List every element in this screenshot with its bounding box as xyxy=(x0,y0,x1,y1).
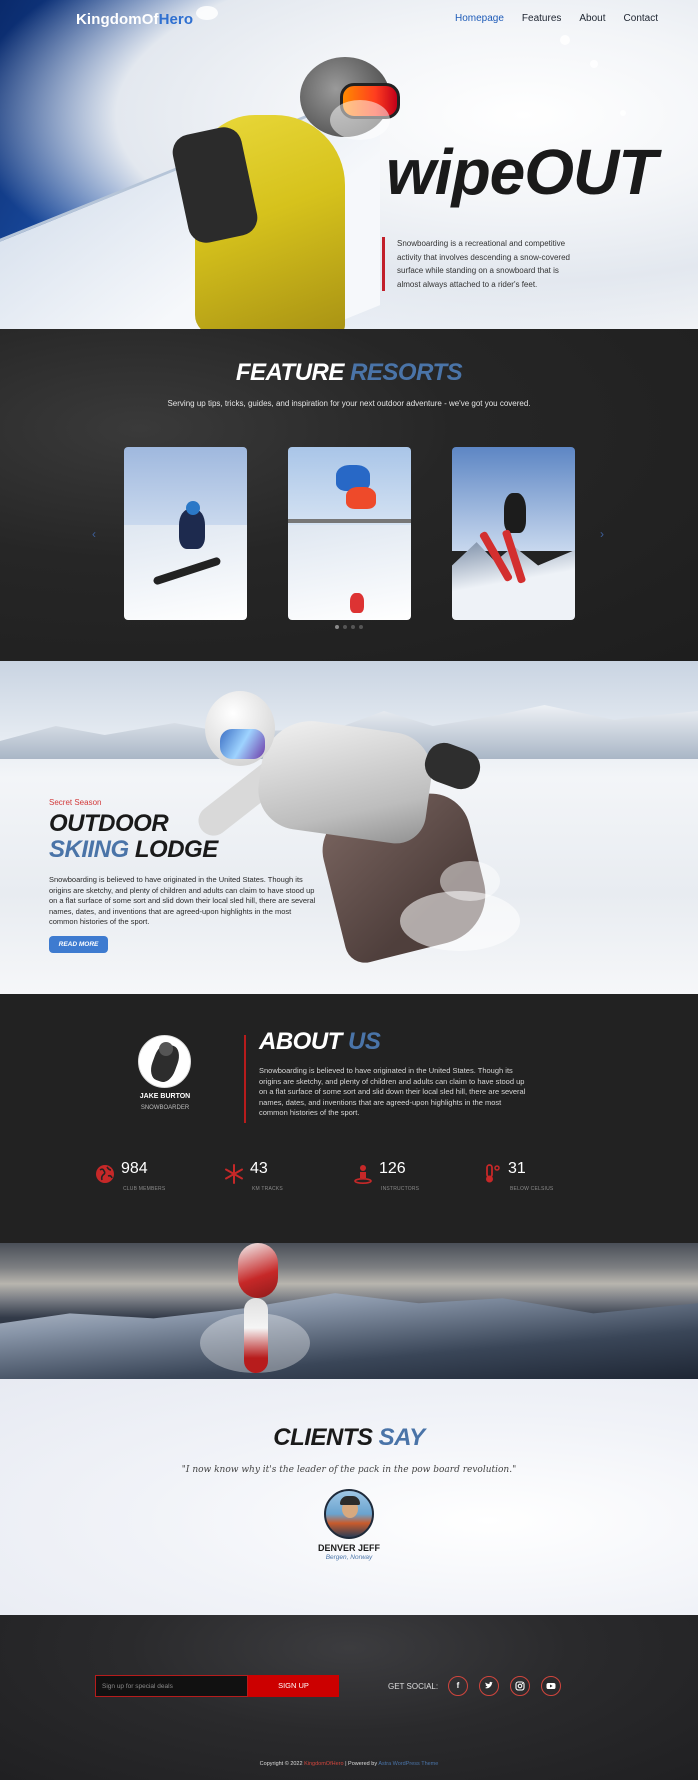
resort-card[interactable] xyxy=(124,447,247,620)
about-person-name: JAKE BURTON xyxy=(139,1093,191,1100)
stat-label: BELOW CELSIUS xyxy=(510,1186,554,1192)
stat-value: 984 xyxy=(121,1160,148,1177)
twitter-icon[interactable] xyxy=(479,1676,499,1696)
section-title-text: FEATURE xyxy=(235,359,345,386)
divider xyxy=(244,1035,246,1123)
site-logo[interactable]: KingdomOfHero xyxy=(76,11,193,28)
instagram-icon[interactable] xyxy=(510,1676,530,1696)
hero-snowboarder-image xyxy=(169,55,400,329)
section-title-accent: RESORTS xyxy=(350,359,463,386)
section-title: FEATURE RESORTS xyxy=(0,359,698,387)
lodge-title-line2: LODGE xyxy=(134,836,218,863)
lodge-kicker: Secret Season xyxy=(49,798,102,807)
banner-jumper-image xyxy=(228,1243,288,1379)
resort-card[interactable] xyxy=(288,447,411,620)
stat-km-tracks: 43 KM TRACKS xyxy=(224,1160,324,1194)
youtube-icon[interactable] xyxy=(541,1676,561,1696)
hero-section: KingdomOfHero Homepage Features About Co… xyxy=(0,0,698,329)
thermometer-icon xyxy=(486,1164,500,1183)
clients-title-accent: SAY xyxy=(378,1424,426,1451)
lodge-title-accent: SKIING xyxy=(49,836,129,863)
about-title: ABOUT US xyxy=(259,1028,381,1056)
carousel-dot[interactable] xyxy=(359,625,363,629)
carousel-dot[interactable] xyxy=(335,625,339,629)
about-section: JAKE BURTON SNOWBOARDER ABOUT US Snowboa… xyxy=(0,994,698,1243)
stat-value: 126 xyxy=(379,1160,406,1177)
about-person-role: SNOWBOARDER xyxy=(140,1105,190,1111)
read-more-button[interactable]: READ MORE xyxy=(49,936,108,953)
logo-text: KingdomOf xyxy=(76,11,159,28)
section-subtitle: Serving up tips, tricks, guides, and ins… xyxy=(167,399,531,408)
testimonial-name: DENVER JEFF xyxy=(317,1543,380,1553)
stat-instructors: 126 INSTRUCTORS xyxy=(353,1160,453,1194)
avatar xyxy=(138,1035,191,1088)
nav-item-homepage[interactable]: Homepage xyxy=(455,13,504,24)
logo-text-highlight: Hero xyxy=(158,11,194,28)
nav-item-contact[interactable]: Contact xyxy=(624,13,658,24)
about-title-text: ABOUT xyxy=(259,1028,342,1055)
feature-resorts-section: FEATURE RESORTS Serving up tips, tricks,… xyxy=(0,329,698,661)
lodge-body: Snowboarding is believed to have origina… xyxy=(49,875,316,926)
carousel-prev-arrow[interactable]: ‹ xyxy=(92,527,96,541)
resort-card[interactable] xyxy=(452,447,575,620)
carousel-next-arrow[interactable]: › xyxy=(600,527,604,541)
hero-description: Snowboarding is a recreational and compe… xyxy=(382,237,582,291)
copyright-brand-link[interactable]: KingdomOfHero xyxy=(304,1761,343,1767)
skiing-lodge-section: Secret Season OUTDOOR SKIING LODGE Snowb… xyxy=(0,661,698,994)
copyright-powered-text: | Powered by xyxy=(345,1761,378,1767)
carousel-dots xyxy=(335,625,363,629)
stat-below-celsius: 31 BELOW CELSIUS xyxy=(482,1160,582,1194)
signup-email-input[interactable] xyxy=(95,1675,248,1697)
person-icon xyxy=(354,1165,372,1184)
avatar xyxy=(324,1489,374,1539)
stat-club-members: 984 CLUB MEMBERS xyxy=(95,1160,195,1194)
clients-title: CLIENTS SAY xyxy=(0,1424,698,1452)
stat-label: CLUB MEMBERS xyxy=(123,1186,166,1192)
carousel-dot[interactable] xyxy=(351,625,355,629)
about-title-accent: US xyxy=(348,1028,381,1055)
theme-link[interactable]: Astra WordPress Theme xyxy=(378,1761,438,1767)
copyright-text: Copyright © 2022 xyxy=(259,1761,303,1767)
nav-item-features[interactable]: Features xyxy=(522,13,561,24)
mountain-ridge xyxy=(0,1293,698,1379)
signup-button[interactable]: SIGN UP xyxy=(248,1675,339,1697)
facebook-icon[interactable]: f xyxy=(448,1676,468,1696)
testimonial-quote: "I now know why it's the leader of the p… xyxy=(181,1465,517,1475)
social-label: GET SOCIAL: xyxy=(388,1682,439,1691)
mountain-banner xyxy=(0,1243,698,1379)
copyright-line: Copyright © 2022 KingdomOfHero | Powered… xyxy=(0,1761,698,1767)
stat-label: INSTRUCTORS xyxy=(381,1186,420,1192)
clients-title-text: CLIENTS xyxy=(273,1424,373,1451)
nav-menu: Homepage Features About Contact xyxy=(455,13,658,24)
stat-label: KM TRACKS xyxy=(252,1186,283,1192)
snowflake-icon xyxy=(225,1164,243,1184)
lodge-snowboarder-image xyxy=(170,691,530,971)
main-nav: KingdomOfHero Homepage Features About Co… xyxy=(0,0,698,38)
testimonial-location: Bergen, Norway xyxy=(325,1554,373,1561)
hero-title: wipeOUT xyxy=(386,136,657,208)
globe-icon xyxy=(96,1165,114,1183)
lodge-title: OUTDOOR SKIING LODGE xyxy=(49,811,218,863)
about-text: Snowboarding is believed to have origina… xyxy=(259,1066,526,1117)
lodge-title-line1: OUTDOOR xyxy=(49,810,169,837)
stat-value: 43 xyxy=(250,1160,268,1177)
nav-item-about[interactable]: About xyxy=(579,13,605,24)
clients-section: CLIENTS SAY "I now know why it's the lea… xyxy=(0,1379,698,1615)
site-footer: SIGN UP GET SOCIAL: f Copyright © 2022 K… xyxy=(0,1615,698,1780)
stat-value: 31 xyxy=(508,1160,526,1177)
carousel-dot[interactable] xyxy=(343,625,347,629)
